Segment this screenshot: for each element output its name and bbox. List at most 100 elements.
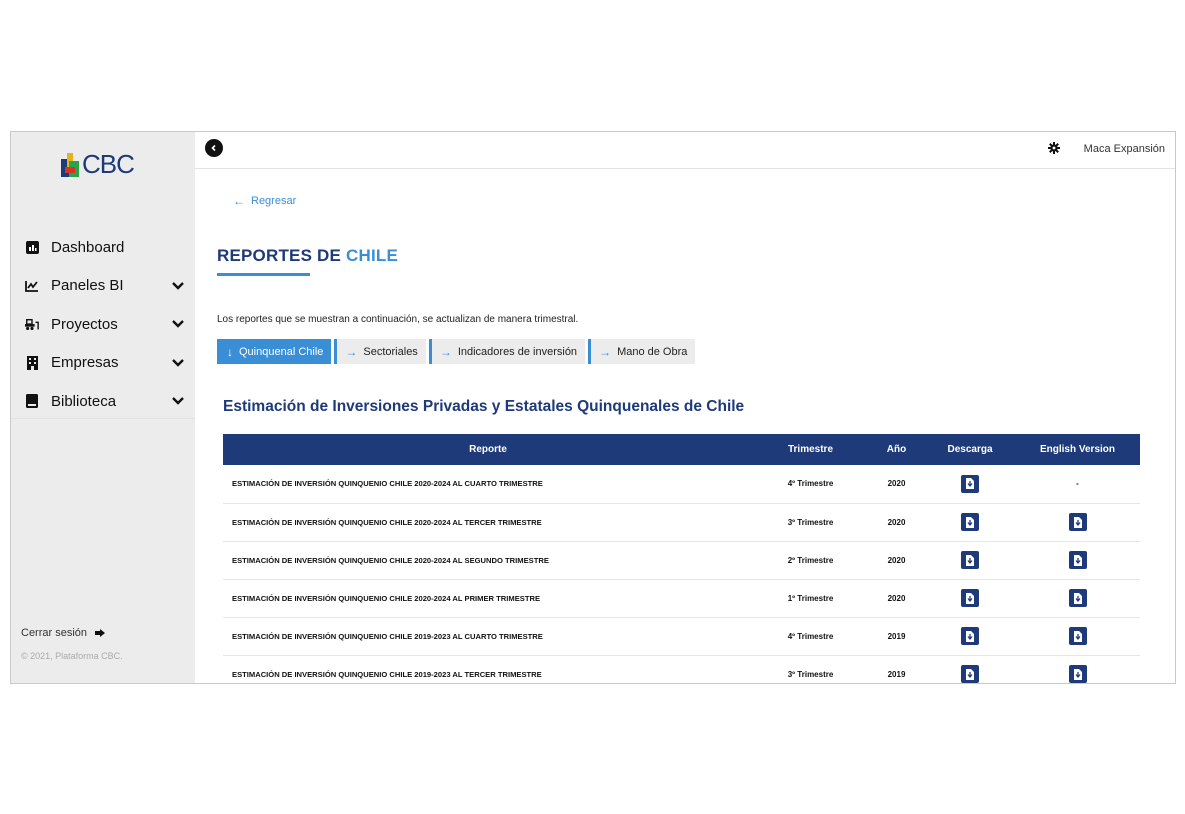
main-content: Maca Expansión ← Regresar REPORTES DE CH…	[195, 132, 1175, 683]
tab-mano-de-obra[interactable]: → Mano de Obra	[588, 339, 696, 364]
report-anio: 2020	[868, 579, 925, 618]
download-icon[interactable]	[961, 474, 979, 493]
column-header-descarga: Descarga	[947, 444, 993, 455]
bulldozer-icon	[25, 317, 39, 331]
tab-indicadores-inversion[interactable]: → Indicadores de inversión	[428, 339, 586, 364]
logout-label: Cerrar sesión	[21, 627, 88, 639]
report-anio: 2020	[868, 503, 925, 542]
chevron-down-icon[interactable]	[171, 357, 185, 369]
english-version-empty: -	[1076, 479, 1079, 489]
cbc-logo[interactable]: CBC	[61, 149, 135, 180]
arrow-right-icon: →	[345, 344, 358, 359]
table-row: ESTIMACIÓN DE INVERSIÓN QUINQUENIO CHILE…	[223, 465, 1140, 504]
gear-icon[interactable]	[1048, 142, 1060, 154]
column-header-english-version: English Version	[1039, 444, 1116, 455]
report-name: ESTIMACIÓN DE INVERSIÓN QUINQUENIO CHILE…	[223, 655, 753, 683]
download-icon[interactable]	[961, 551, 979, 569]
top-bar: Maca Expansión	[195, 132, 1175, 169]
sidebar-item-label: Dashboard	[51, 238, 125, 256]
report-trimestre: 4º Trimestre	[753, 465, 868, 504]
page-title: REPORTES DE CHILE	[217, 246, 398, 265]
download-english-icon[interactable]	[1068, 627, 1087, 645]
download-cell	[925, 503, 1015, 542]
report-name: ESTIMACIÓN DE INVERSIÓN QUINQUENIO CHILE…	[223, 541, 753, 580]
download-english-icon[interactable]	[1068, 665, 1087, 683]
column-header-reporte: Reporte	[469, 444, 507, 455]
download-english-icon[interactable]	[1068, 513, 1087, 531]
title-underline	[217, 273, 310, 276]
reports-table: Reporte Trimestre Año Descarga English V…	[223, 434, 1140, 683]
arrow-down-icon: ↓	[227, 344, 233, 359]
report-name: ESTIMACIÓN DE INVERSIÓN QUINQUENIO CHILE…	[223, 465, 753, 504]
back-label: Regresar	[251, 195, 297, 207]
table-header: Reporte Trimestre Año Descarga English V…	[223, 434, 1140, 465]
book-icon	[25, 394, 39, 409]
report-tabs: ↓ Quinquenal Chile → Sectoriales → Indic…	[217, 339, 698, 364]
intro-text: Los reportes que se muestran a continuac…	[217, 314, 579, 325]
chevron-down-icon[interactable]	[171, 318, 185, 330]
sidebar-item-proyectos[interactable]: Proyectos	[11, 305, 195, 344]
report-anio: 2020	[868, 465, 925, 504]
logout-link[interactable]: Cerrar sesión	[21, 627, 106, 639]
report-anio: 2020	[868, 541, 925, 580]
download-icon[interactable]	[961, 665, 979, 683]
tab-sectoriales[interactable]: → Sectoriales	[334, 339, 426, 364]
sidebar-item-empresas[interactable]: Empresas	[11, 344, 195, 383]
sidebar-item-biblioteca[interactable]: Biblioteca	[11, 382, 195, 421]
download-english-icon[interactable]	[1068, 551, 1087, 569]
download-english-icon[interactable]	[1068, 589, 1087, 607]
user-name[interactable]: Maca Expansión	[1084, 143, 1165, 155]
english-version-cell	[1015, 541, 1140, 580]
download-cell	[925, 579, 1015, 618]
download-icon[interactable]	[961, 627, 979, 645]
app-window: CBC Dashboard Paneles BI Proyectos Empre…	[10, 131, 1176, 684]
report-trimestre: 3º Trimestre	[753, 503, 868, 542]
table-row: ESTIMACIÓN DE INVERSIÓN QUINQUENIO CHILE…	[223, 579, 1140, 618]
sidebar: CBC Dashboard Paneles BI Proyectos Empre…	[11, 132, 195, 683]
sidebar-item-label: Proyectos	[51, 315, 118, 333]
building-icon	[25, 355, 39, 370]
column-header-anio: Año	[886, 444, 907, 455]
download-cell	[925, 655, 1015, 683]
report-trimestre: 1º Trimestre	[753, 579, 868, 618]
download-icon[interactable]	[961, 513, 979, 531]
arrow-right-icon: →	[599, 344, 612, 359]
column-header-trimestre: Trimestre	[787, 444, 834, 455]
arrow-left-icon: ←	[233, 194, 245, 208]
english-version-cell	[1015, 655, 1140, 683]
copyright-text: © 2021, Plataforma CBC.	[21, 651, 123, 661]
sign-out-icon	[95, 629, 106, 637]
download-icon[interactable]	[961, 589, 979, 607]
table-row: ESTIMACIÓN DE INVERSIÓN QUINQUENIO CHILE…	[223, 655, 1140, 683]
report-name: ESTIMACIÓN DE INVERSIÓN QUINQUENIO CHILE…	[223, 617, 753, 656]
english-version-cell	[1015, 617, 1140, 656]
collapse-sidebar-button[interactable]	[205, 139, 223, 157]
tab-quinquenal-chile[interactable]: ↓ Quinquenal Chile	[217, 339, 332, 364]
report-trimestre: 2º Trimestre	[753, 541, 868, 580]
sidebar-item-label: Biblioteca	[51, 392, 117, 410]
chevron-left-icon	[211, 144, 216, 152]
section-title: Estimación de Inversiones Privadas y Est…	[223, 398, 745, 415]
english-version-cell	[1015, 503, 1140, 542]
download-cell	[925, 465, 1015, 504]
report-name: ESTIMACIÓN DE INVERSIÓN QUINQUENIO CHILE…	[223, 503, 753, 542]
table-row: ESTIMACIÓN DE INVERSIÓN QUINQUENIO CHILE…	[223, 541, 1140, 580]
sidebar-item-label: Empresas	[51, 354, 119, 372]
back-link[interactable]: ← Regresar	[233, 194, 296, 208]
cbc-logo-mark-icon	[61, 152, 81, 177]
report-anio: 2019	[868, 617, 925, 656]
logo-text: CBC	[82, 149, 135, 179]
chevron-down-icon[interactable]	[171, 280, 185, 292]
report-trimestre: 4º Trimestre	[753, 617, 868, 656]
english-version-cell	[1015, 579, 1140, 618]
table-row: ESTIMACIÓN DE INVERSIÓN QUINQUENIO CHILE…	[223, 617, 1140, 656]
table-row: ESTIMACIÓN DE INVERSIÓN QUINQUENIO CHILE…	[223, 503, 1140, 542]
chevron-down-icon[interactable]	[171, 395, 185, 407]
english-version-cell: -	[1015, 465, 1140, 504]
sidebar-nav: Dashboard Paneles BI Proyectos Empresas …	[11, 228, 195, 421]
sidebar-item-paneles-bi[interactable]: Paneles BI	[11, 267, 195, 306]
download-cell	[925, 541, 1015, 580]
download-cell	[925, 617, 1015, 656]
sidebar-item-dashboard[interactable]: Dashboard	[11, 228, 195, 267]
chart-bar-icon	[25, 240, 39, 254]
